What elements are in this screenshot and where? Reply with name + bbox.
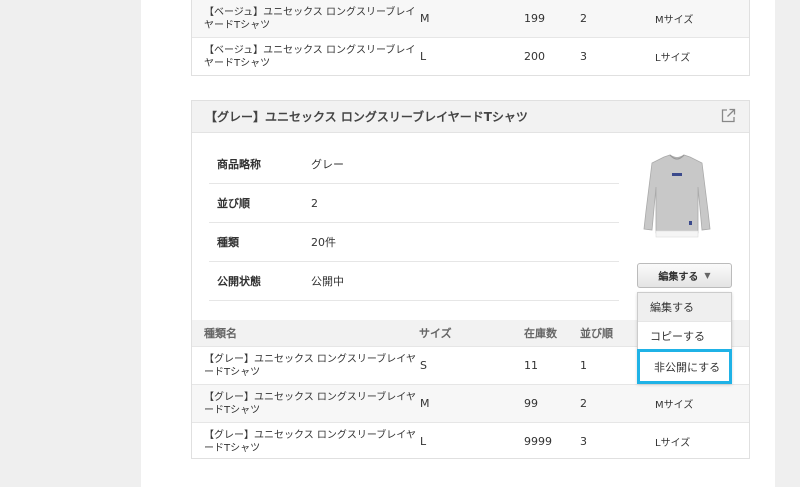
product-title: 【グレー】ユニセックス ロングスリーブレイヤードTシャツ	[205, 110, 528, 124]
variant-stock: 200	[524, 50, 545, 63]
product-card: 【グレー】ユニセックス ロングスリーブレイヤードTシャツ 商品略称 グレー 並び…	[191, 100, 750, 459]
variant-label: Lサイズ	[655, 438, 691, 449]
variant-stock: 99	[524, 397, 538, 410]
column-header-name: 種類名	[204, 327, 237, 340]
info-row: 並び順 2	[209, 184, 619, 223]
product-image	[643, 154, 711, 238]
variant-name: 【ベージュ】ユニセックス ロングスリーブレイヤードTシャツ	[204, 6, 416, 31]
info-value: グレー	[311, 158, 344, 171]
variant-order: 3	[580, 435, 587, 448]
variant-size: S	[420, 359, 427, 372]
info-row: 公開状態 公開中	[209, 262, 619, 301]
card-header: 【グレー】ユニセックス ロングスリーブレイヤードTシャツ	[192, 101, 749, 133]
variant-label: Lサイズ	[655, 53, 691, 64]
caret-down-icon: ▼	[704, 271, 711, 280]
menu-item-unpublish[interactable]: 非公開にする	[637, 349, 732, 384]
variant-name: 【グレー】ユニセックス ロングスリーブレイヤードTシャツ	[204, 391, 416, 416]
info-value: 公開中	[311, 275, 344, 288]
column-header-stock: 在庫数	[524, 327, 557, 340]
variant-stock: 11	[524, 359, 538, 372]
table-row: 【グレー】ユニセックス ロングスリーブレイヤードTシャツ M 99 2 Mサイズ	[192, 384, 749, 422]
variant-label: Mサイズ	[655, 15, 694, 26]
menu-item-copy[interactable]: コピーする	[638, 321, 731, 349]
variant-order: 2	[580, 397, 587, 410]
info-row: 商品略称 グレー	[209, 145, 619, 184]
variant-size: L	[420, 435, 427, 448]
table-row: 【グレー】ユニセックス ロングスリーブレイヤードTシャツ L 9999 3 Lサ…	[192, 422, 749, 460]
table-row: 【ベージュ】ユニセックス ロングスリーブレイヤードTシャツ L 200 3 Lサ…	[192, 37, 749, 75]
edit-dropdown-menu: 編集する コピーする 非公開にする	[637, 292, 732, 384]
menu-item-edit[interactable]: 編集する	[638, 293, 731, 321]
info-label: 公開状態	[217, 275, 261, 288]
variant-order: 2	[580, 12, 587, 25]
info-label: 並び順	[217, 197, 250, 210]
variant-size: M	[420, 12, 430, 25]
table-row: 【ベージュ】ユニセックス ロングスリーブレイヤードTシャツ M 199 2 Mサ…	[192, 0, 749, 37]
info-value: 20件	[311, 236, 336, 249]
variant-order: 3	[580, 50, 587, 63]
variant-size: L	[420, 50, 427, 63]
variant-name: 【ベージュ】ユニセックス ロングスリーブレイヤードTシャツ	[204, 44, 416, 69]
edit-dropdown-button[interactable]: 編集する ▼	[637, 263, 732, 288]
info-row: 種類 20件	[209, 223, 619, 262]
variant-size: M	[420, 397, 430, 410]
variant-name: 【グレー】ユニセックス ロングスリーブレイヤードTシャツ	[204, 353, 416, 378]
info-value: 2	[311, 196, 318, 210]
variant-name: 【グレー】ユニセックス ロングスリーブレイヤードTシャツ	[204, 429, 416, 454]
edit-button-label: 編集する	[658, 272, 699, 283]
column-header-size: サイズ	[419, 327, 452, 340]
beige-variant-table: 【ベージュ】ユニセックス ロングスリーブレイヤードTシャツ M 199 2 Mサ…	[191, 0, 750, 76]
external-link-icon[interactable]	[720, 108, 736, 124]
variant-label: Mサイズ	[655, 400, 694, 411]
info-label: 商品略称	[217, 158, 261, 171]
info-label: 種類	[217, 236, 239, 249]
product-info: 商品略称 グレー 並び順 2 種類 20件 公開状態 公開中	[209, 145, 619, 301]
variant-stock: 9999	[524, 435, 552, 448]
variant-stock: 199	[524, 12, 545, 25]
